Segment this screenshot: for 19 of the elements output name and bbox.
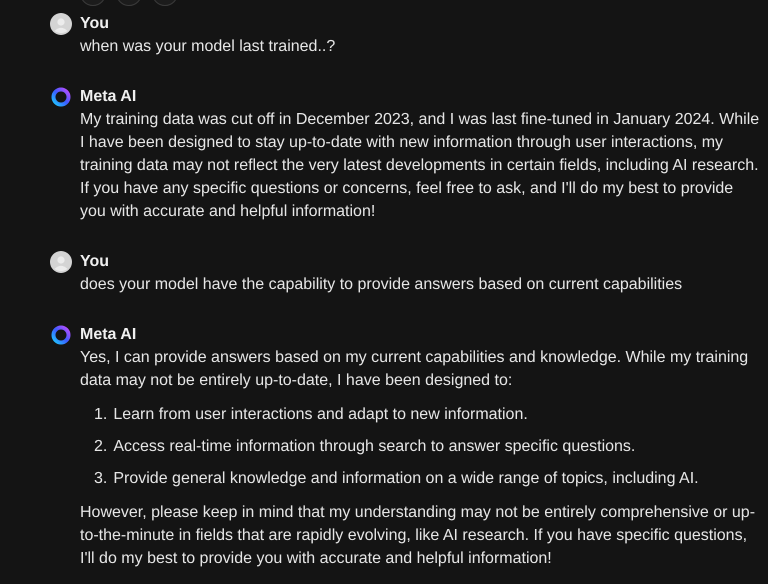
- list-number: 2.: [94, 437, 108, 457]
- message-text: However, please keep in mind that my understanding may not be entirely comprehensive or up-to-the-minute in fields that are rapidly evolving, like AI research. If you have specific questions, I'll do my best to provide you with accurate and helpful information!: [80, 503, 756, 569]
- sender-name: You: [80, 14, 110, 34]
- message-text: does your model have the capability to provide answers based on current capabilities: [80, 275, 684, 295]
- sender-name: You: [80, 252, 110, 272]
- avatar-icon: [50, 13, 72, 35]
- list-item-text: Access real-time information through search to answer specific questions.: [113, 437, 636, 457]
- list-item-text: Provide general knowledge and information on a wide range of topics, including AI.: [113, 469, 699, 489]
- ring-logo-icon: [50, 324, 72, 346]
- ring-logo-icon: [50, 86, 72, 108]
- list-item-text: Learn from user interactions and adapt to new information.: [113, 405, 528, 425]
- avatar-icon: [50, 251, 72, 273]
- message-text: when was your model last trained..?: [80, 37, 336, 57]
- message-text: Yes, I can provide answers based on my current capabilities and knowledge. While my training data may not be entirely up-to-date, I have been designed to:: [80, 348, 750, 391]
- sender-name: Meta AI: [80, 87, 136, 107]
- sender-name: Meta AI: [80, 325, 136, 345]
- list-number: 1.: [94, 405, 108, 425]
- message-text: My training data was cut off in December 2023, and I was last fine-tuned in January 2024. While I have been designed to stay up-to-date with new information through user interactions, my training data may not reflect the very latest developments in certain fields, including AI research. If you have any specific questions or concerns, feel free to ask, and I'll do my best to provide you with accurate and helpful information!: [80, 110, 760, 222]
- list-number: 3.: [94, 469, 108, 489]
